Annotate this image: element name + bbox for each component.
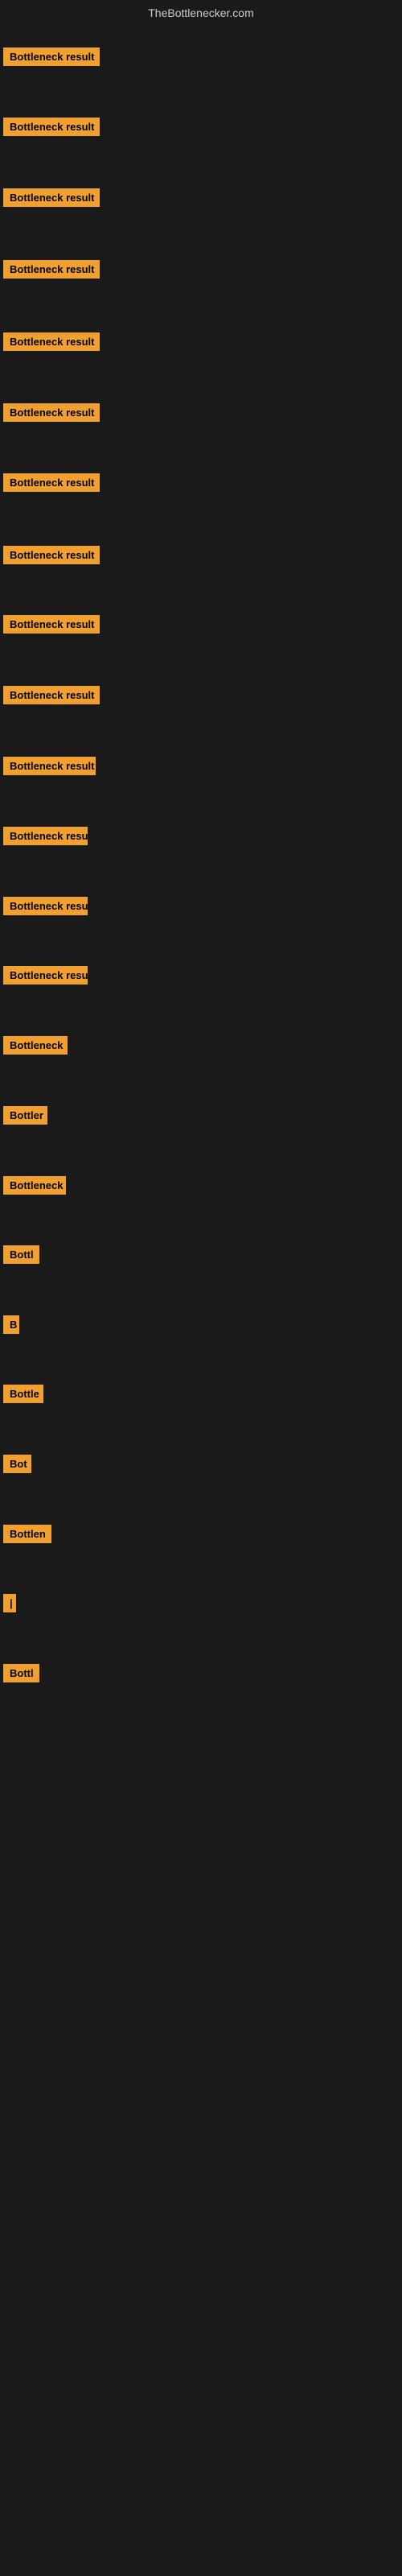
bottleneck-bar-17[interactable]: Bottleneck: [3, 1176, 66, 1195]
bottleneck-row-24: Bottl: [0, 1664, 39, 1686]
bottleneck-bar-12[interactable]: Bottleneck resu: [3, 827, 88, 845]
bottleneck-row-13: Bottleneck resu: [0, 897, 88, 919]
bottleneck-row-17: Bottleneck: [0, 1176, 66, 1199]
bottleneck-row-14: Bottleneck resu: [0, 966, 88, 989]
bottleneck-row-21: Bot: [0, 1455, 31, 1477]
bottleneck-bar-9[interactable]: Bottleneck result: [3, 615, 100, 634]
bottleneck-bar-10[interactable]: Bottleneck result: [3, 686, 100, 704]
bottleneck-row-8: Bottleneck result: [0, 546, 100, 568]
bottleneck-bar-18[interactable]: Bottl: [3, 1245, 39, 1264]
bottleneck-row-16: Bottler: [0, 1106, 47, 1129]
bottleneck-bar-5[interactable]: Bottleneck result: [3, 332, 100, 351]
bottleneck-bar-2[interactable]: Bottleneck result: [3, 118, 100, 136]
bottleneck-bar-11[interactable]: Bottleneck result: [3, 757, 96, 775]
bottleneck-bar-24[interactable]: Bottl: [3, 1664, 39, 1682]
bottleneck-row-2: Bottleneck result: [0, 118, 100, 140]
bottleneck-row-15: Bottleneck: [0, 1036, 68, 1059]
bottleneck-row-11: Bottleneck result: [0, 757, 96, 779]
bottleneck-row-19: B: [0, 1315, 19, 1338]
bottleneck-row-3: Bottleneck result: [0, 188, 100, 211]
bottleneck-row-4: Bottleneck result: [0, 260, 100, 283]
bottleneck-row-10: Bottleneck result: [0, 686, 100, 708]
bottleneck-row-6: Bottleneck result: [0, 403, 100, 426]
bottleneck-bar-22[interactable]: Bottlen: [3, 1525, 51, 1543]
bottleneck-bar-20[interactable]: Bottle: [3, 1385, 43, 1403]
bottleneck-row-18: Bottl: [0, 1245, 39, 1268]
bottleneck-row-7: Bottleneck result: [0, 473, 100, 496]
bottleneck-row-20: Bottle: [0, 1385, 43, 1407]
bottleneck-bar-21[interactable]: Bot: [3, 1455, 31, 1473]
bottleneck-bar-1[interactable]: Bottleneck result: [3, 47, 100, 66]
bottleneck-row-23: |: [0, 1594, 16, 1616]
bottleneck-bar-19[interactable]: B: [3, 1315, 19, 1334]
bottleneck-bar-4[interactable]: Bottleneck result: [3, 260, 100, 279]
site-title-text: TheBottlenecker.com: [148, 6, 254, 19]
bottleneck-row-12: Bottleneck resu: [0, 827, 88, 849]
bottleneck-row-22: Bottlen: [0, 1525, 51, 1547]
site-title: TheBottlenecker.com: [0, 0, 402, 26]
bottleneck-row-1: Bottleneck result: [0, 47, 100, 70]
bottleneck-bar-23[interactable]: |: [3, 1594, 16, 1612]
bottleneck-row-9: Bottleneck result: [0, 615, 100, 638]
bottleneck-bar-6[interactable]: Bottleneck result: [3, 403, 100, 422]
bottleneck-bar-15[interactable]: Bottleneck: [3, 1036, 68, 1055]
bottleneck-bar-3[interactable]: Bottleneck result: [3, 188, 100, 207]
bottleneck-bar-16[interactable]: Bottler: [3, 1106, 47, 1125]
bottleneck-bar-14[interactable]: Bottleneck resu: [3, 966, 88, 985]
bottleneck-bar-8[interactable]: Bottleneck result: [3, 546, 100, 564]
bottleneck-bar-13[interactable]: Bottleneck resu: [3, 897, 88, 915]
bottleneck-bar-7[interactable]: Bottleneck result: [3, 473, 100, 492]
bottleneck-row-5: Bottleneck result: [0, 332, 100, 355]
